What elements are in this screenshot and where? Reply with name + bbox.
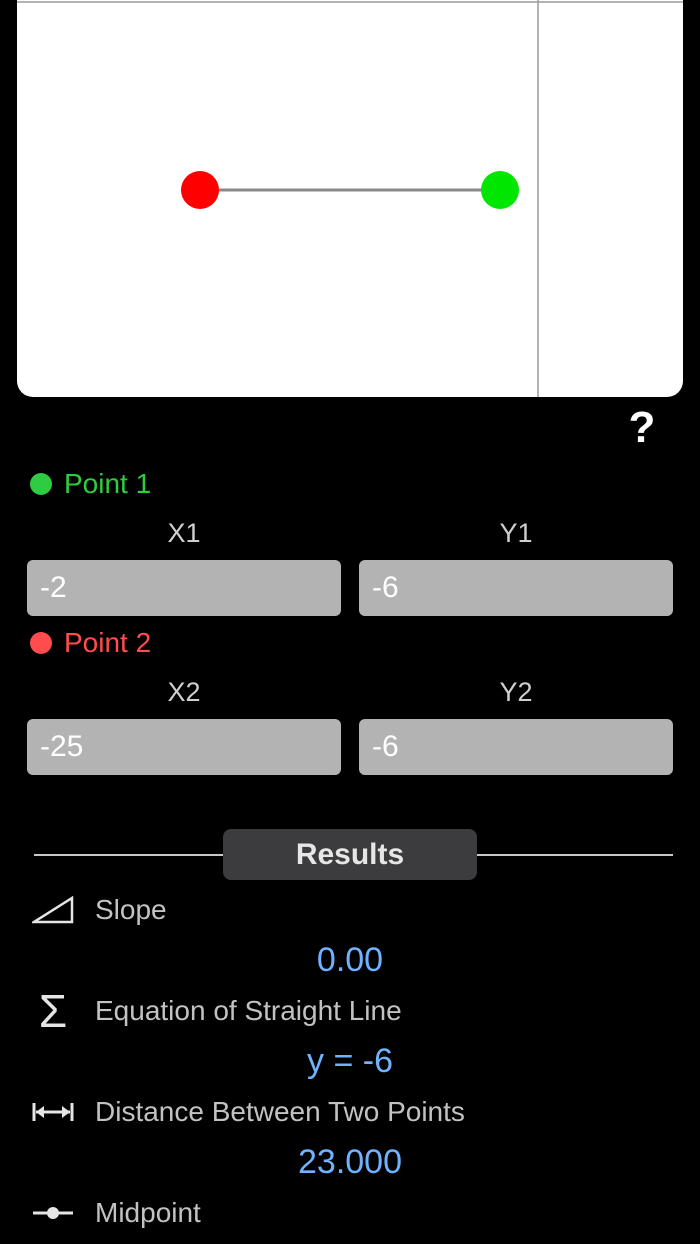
midpoint-label: Midpoint — [95, 1197, 201, 1228]
help-button[interactable]: ? — [622, 400, 662, 456]
point2-marker[interactable] — [181, 171, 219, 209]
equation-row: Σ Equation of Straight Line — [28, 985, 402, 1037]
graph-canvas[interactable] — [17, 0, 683, 397]
results-divider-right — [476, 854, 673, 856]
results-header: Results — [223, 829, 477, 880]
sigma-icon: Σ — [38, 985, 68, 1037]
results-divider-left — [34, 854, 224, 856]
midpoint-row: Midpoint — [28, 1191, 201, 1235]
distance-row: Distance Between Two Points — [28, 1090, 465, 1134]
y1-label: Y1 — [499, 518, 533, 548]
y2-label: Y2 — [499, 677, 533, 707]
slope-row: Slope — [28, 888, 167, 932]
slope-label: Slope — [95, 894, 167, 925]
graph-svg — [17, 0, 683, 397]
slope-value: 0.00 — [316, 941, 384, 979]
equation-label: Equation of Straight Line — [95, 995, 402, 1026]
x1-field[interactable]: -2 — [27, 560, 341, 616]
point2-dot-icon — [30, 632, 52, 654]
y2-field[interactable]: -6 — [359, 719, 673, 775]
slope-triangle-icon — [28, 888, 78, 932]
distance-value: 23.000 — [298, 1143, 402, 1181]
distance-label: Distance Between Two Points — [95, 1096, 465, 1127]
point2-header: Point 2 — [30, 625, 151, 661]
app-root: ? Point 1 X1 Y1 -2 -6 Point 2 X2 Y2 -25 … — [0, 0, 700, 1244]
y1-field[interactable]: -6 — [359, 560, 673, 616]
point1-title: Point 1 — [64, 468, 152, 499]
point2-title: Point 2 — [64, 627, 152, 658]
point1-header: Point 1 — [30, 466, 151, 502]
x1-label: X1 — [167, 518, 201, 548]
midpoint-icon — [28, 1191, 78, 1235]
distance-arrows-icon — [28, 1090, 78, 1134]
point1-dot-icon — [30, 473, 52, 495]
point1-marker[interactable] — [481, 171, 519, 209]
equation-value: y = -6 — [307, 1042, 393, 1080]
x2-label: X2 — [167, 677, 201, 707]
x2-field[interactable]: -25 — [27, 719, 341, 775]
